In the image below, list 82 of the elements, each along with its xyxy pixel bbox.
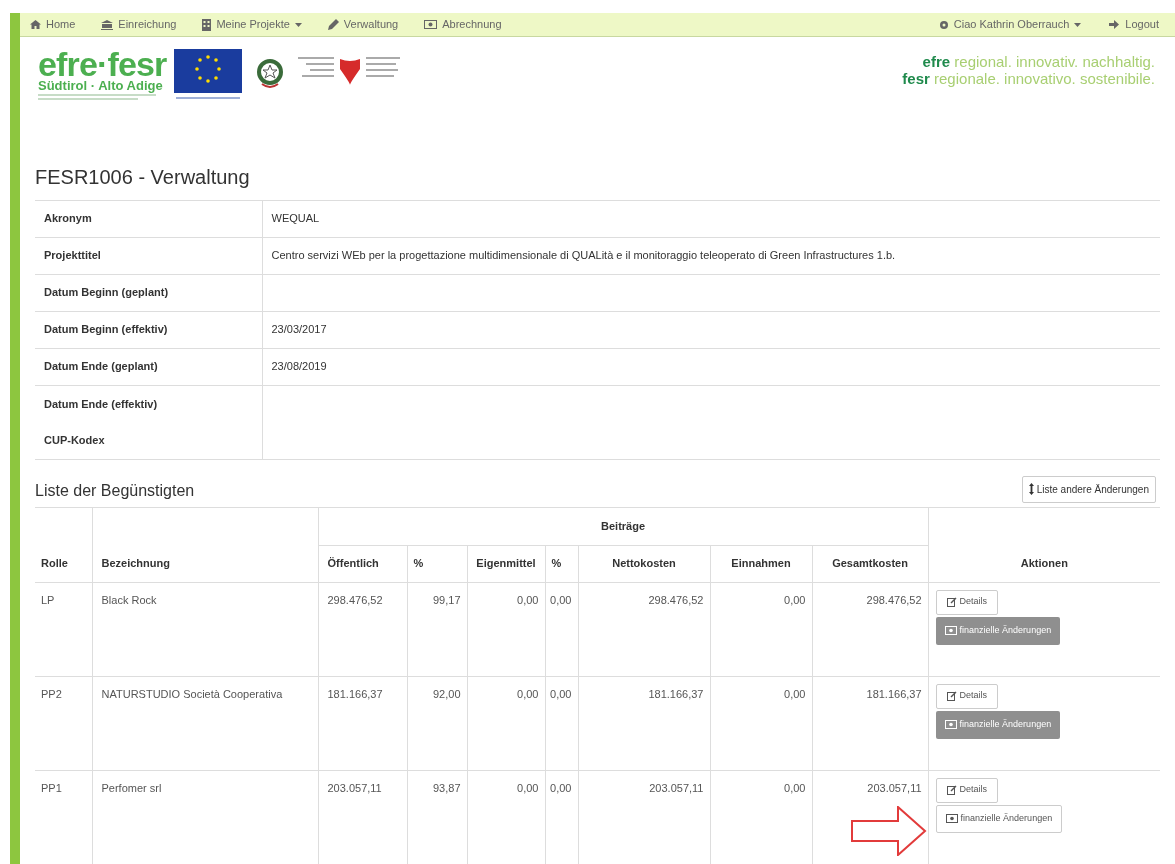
table-cell: 0,00 — [517, 781, 539, 794]
field-label: Datum Beginn (geplant) — [44, 286, 169, 299]
table-cell: 93,87 — [432, 781, 461, 794]
table-cell: 0,00 — [784, 781, 806, 794]
tagline-text: fesr regionale. innovativo. sostenibile. — [902, 70, 1155, 88]
field-value: 23/08/2019 — [271, 360, 327, 373]
list-changes-button[interactable]: Liste andere Änderungen — [1021, 475, 1156, 503]
column-header: Aktionen — [1020, 557, 1068, 569]
section-title: Liste der Begünstigten — [35, 480, 195, 501]
table-cell: 0,00 — [517, 687, 539, 700]
column-header: Eigenmittel — [476, 557, 536, 570]
column-header: Einnahmen — [731, 557, 791, 570]
logout-icon — [1109, 20, 1121, 30]
table-cell: 298.476,52 — [327, 593, 383, 606]
table-cell: PP1 — [41, 781, 62, 794]
table-cell: 0,00 — [550, 687, 572, 700]
banknote-icon — [424, 20, 438, 30]
table-cell: 181.166,37 — [327, 687, 383, 700]
edit-icon — [946, 785, 957, 795]
nav-link[interactable]: Verwaltung — [327, 16, 399, 33]
table-cell: 0,00 — [784, 593, 806, 606]
banknote-icon — [944, 626, 957, 635]
vertical-arrows-icon — [1028, 483, 1034, 495]
edit-icon — [946, 691, 957, 701]
column-header: Öffentlich — [327, 557, 379, 570]
table-cell: 203.057,11 — [327, 781, 382, 794]
pencil-icon — [327, 19, 339, 31]
nav-link[interactable]: Meine Projekte — [202, 16, 302, 33]
bank-icon — [101, 19, 114, 30]
table-cell: 0,00 — [550, 593, 572, 606]
field-label: Datum Beginn (effektiv) — [44, 323, 168, 336]
settings-icon — [938, 19, 949, 30]
table-cell: 99,17 — [432, 593, 461, 606]
home-icon — [30, 20, 41, 30]
field-value: WEQUAL — [271, 212, 320, 225]
field-label: CUP-Kodex — [44, 434, 105, 446]
table-cell: 203.057,11 — [649, 781, 704, 794]
table-cell: PP2 — [41, 687, 62, 700]
column-header: % — [551, 557, 562, 570]
table-cell: 181.166,37 — [866, 687, 922, 700]
banknote-icon — [945, 814, 958, 823]
eu-flag-icon — [174, 49, 243, 102]
table-cell: 0,00 — [784, 687, 806, 700]
efre-fesr-logo: efre·fesr Südtirol · Alto Adige — [38, 49, 167, 102]
field-label: Projekttitel — [44, 249, 101, 262]
table-cell: Perfomer srl — [101, 781, 162, 794]
tagline-text: efre regional. innovativ. nachhaltig. — [922, 53, 1155, 71]
table-cell: Black Rock — [101, 593, 157, 606]
nav-link[interactable]: Logout — [1109, 16, 1159, 33]
page-title: FESR1006 - Verwaltung — [35, 164, 251, 190]
edit-icon — [946, 597, 957, 607]
details-button[interactable]: Details — [935, 589, 999, 615]
nav-link[interactable]: Home — [30, 16, 76, 33]
column-group-header: Beiträge — [601, 519, 646, 532]
banknote-icon — [944, 720, 957, 729]
table-cell: LP — [41, 593, 55, 606]
column-header: % — [413, 557, 424, 570]
table-cell: NATURSTUDIO Società Cooperativa — [101, 687, 283, 700]
table-cell: 181.166,37 — [648, 687, 704, 700]
field-value: 23/03/2017 — [271, 323, 327, 336]
table-cell: 0,00 — [517, 593, 539, 606]
column-header: Gesamtkosten — [832, 557, 908, 570]
field-label: Datum Ende (geplant) — [44, 360, 158, 373]
table-cell: 0,00 — [550, 781, 572, 794]
column-header: Rolle — [41, 557, 68, 569]
field-value: Centro servizi WEb per la progettazione multidimensionale di QUALità e il monitoraggio teleoperato di Green Infrastructures 1.b. — [271, 249, 896, 262]
field-label: Akronym — [44, 212, 92, 225]
column-header: Nettokosten — [612, 557, 676, 570]
nav-link[interactable]: Abrechnung — [424, 16, 502, 33]
financial-changes-button[interactable]: finanzielle Änderungen — [935, 804, 1063, 833]
table-cell: 92,00 — [432, 687, 461, 700]
emblem-icon — [256, 57, 285, 90]
building-icon — [202, 18, 212, 31]
details-button[interactable]: Details — [935, 683, 999, 709]
details-button[interactable]: Details — [935, 777, 999, 803]
table-cell: 298.476,52 — [648, 593, 704, 606]
nav-link[interactable]: Einreichung — [101, 16, 177, 33]
table-cell: 298.476,52 — [866, 593, 922, 606]
column-header: Bezeichnung — [101, 557, 170, 569]
nav-link[interactable]: Ciao Kathrin Oberrauch — [938, 16, 1082, 33]
field-label: Datum Ende (effektiv) — [44, 397, 158, 410]
table-cell: 203.057,11 — [867, 781, 922, 794]
